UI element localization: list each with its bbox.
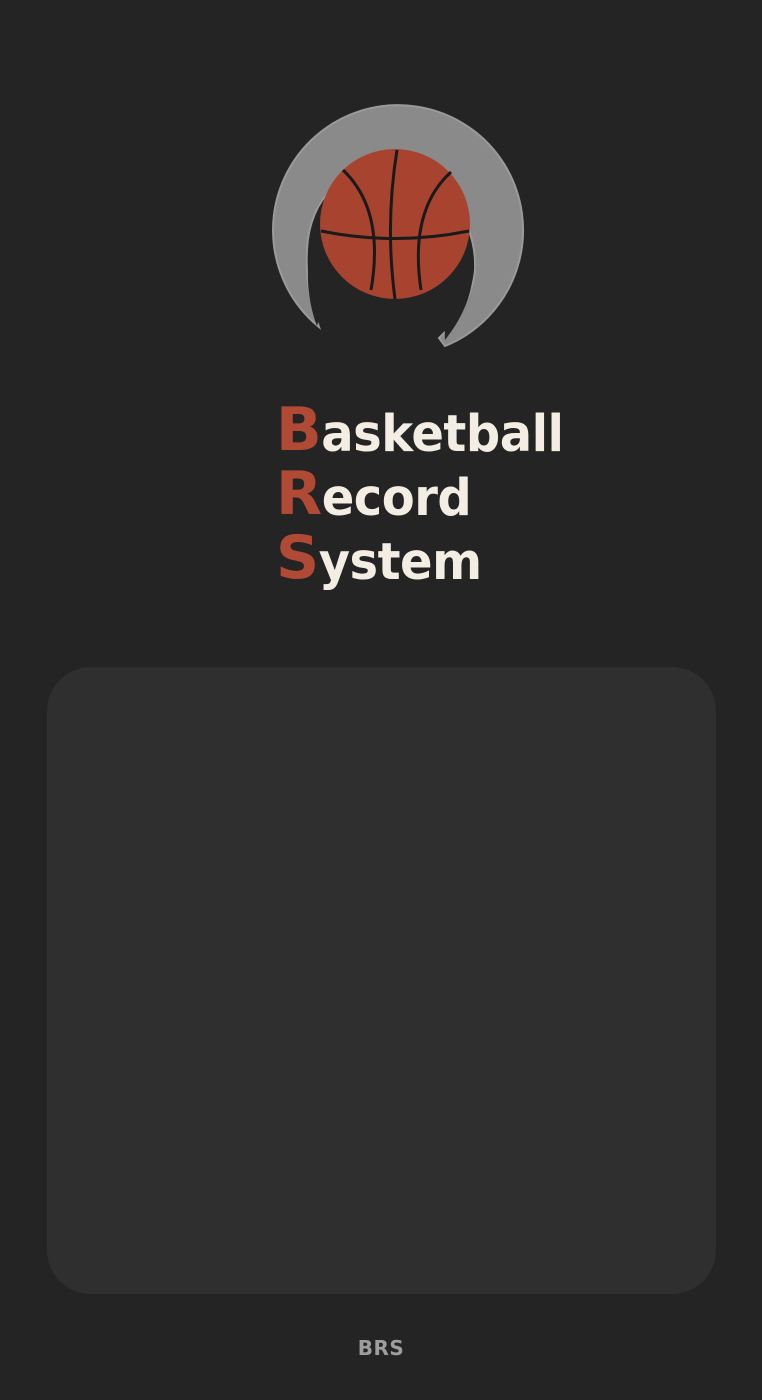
basketball-logo-icon — [245, 100, 525, 350]
title-initial: S — [276, 523, 319, 593]
title-line-basketball: Basketball — [276, 395, 576, 465]
content-card — [47, 667, 716, 1294]
title-line-system: System — [276, 523, 576, 593]
title-line-record: Record — [276, 459, 576, 529]
footer-label: BRS — [357, 1336, 405, 1360]
app-title: Basketball Record System — [276, 395, 576, 593]
title-word: asketball — [321, 404, 564, 464]
title-initial: R — [276, 459, 322, 529]
title-initial: B — [276, 395, 322, 465]
title-word: ystem — [318, 532, 482, 592]
title-word: ecord — [321, 468, 472, 528]
